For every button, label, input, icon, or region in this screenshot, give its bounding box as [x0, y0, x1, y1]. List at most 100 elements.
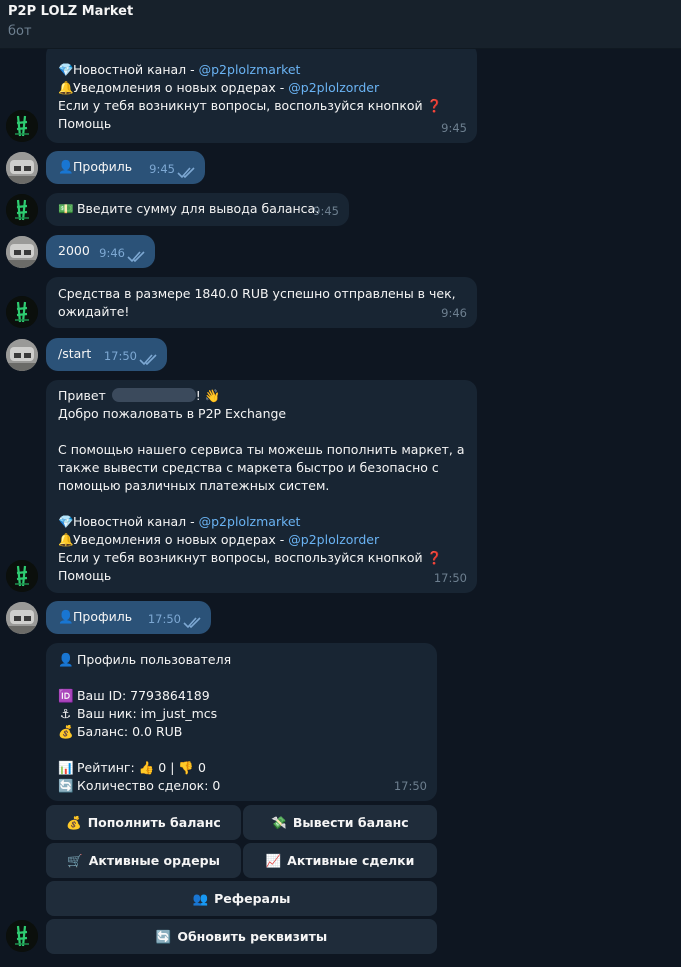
question-text: Если у тебя возникнут вопросы, воспользу…	[58, 550, 423, 565]
user-message: 👤Профиль 17:50	[46, 601, 211, 634]
message-text: Профиль	[73, 609, 133, 624]
bot-avatar[interactable]	[6, 110, 38, 142]
news-label: Новостной канал -	[73, 62, 199, 77]
deposit-label: Пополнить баланс	[87, 815, 221, 830]
bot-message: 💎Новостной канал - @p2plolzmarket 🔔Уведо…	[46, 49, 477, 143]
question-mark-icon: ❓	[426, 550, 443, 565]
anchor-icon: ⚓	[59, 706, 72, 721]
user-id: Ваш ID: 7793864189	[76, 688, 210, 703]
bell-icon: 🔔	[58, 532, 74, 547]
refresh-details-button[interactable]: 🔄 Обновить реквизиты	[46, 919, 437, 954]
deals-count: Количество сделок: 0	[76, 778, 221, 793]
people-icon: 👥	[192, 890, 209, 906]
description-line: также вывести средства с маркета быстро …	[58, 460, 439, 475]
message-time: 17:50	[393, 779, 427, 793]
news-label: Новостной канал -	[73, 514, 199, 529]
chat-subtitle: бот	[8, 24, 32, 39]
user-avatar[interactable]	[6, 339, 38, 371]
thumbs-up-icon: 👍	[138, 760, 155, 775]
notify-label: Уведомления о новых ордерах -	[73, 80, 289, 95]
dislikes-count: 0	[197, 760, 206, 775]
message-time: 17:50	[433, 571, 467, 585]
news-channel-link[interactable]: @p2plolzmarket	[199, 62, 301, 77]
active-orders-button[interactable]: 🛒 Активные ордеры	[46, 843, 241, 878]
active-deals-button[interactable]: 📈 Активные сделки	[243, 843, 437, 878]
orders-channel-link[interactable]: @p2plolzorder	[288, 532, 379, 547]
chart-up-icon: 📈	[265, 852, 282, 868]
orders-channel-link[interactable]: @p2plolzorder	[288, 80, 379, 95]
chat-title: P2P LOLZ Market	[8, 4, 134, 19]
message-time: 9:45	[441, 121, 467, 135]
greeting-end: !	[195, 388, 201, 403]
deposit-button[interactable]: 💰 Пополнить баланс	[46, 805, 241, 840]
withdraw-button[interactable]: 💸 Вывести баланс	[243, 805, 437, 840]
message-time: 9:46	[99, 246, 125, 260]
banknote-icon: 💵	[58, 201, 74, 216]
profile-title: Профиль пользователя	[76, 652, 232, 667]
refresh-icon: 🔄	[155, 928, 172, 944]
money-bag-icon: 💰	[66, 814, 82, 830]
profile-card: 👤 Профиль пользователя 🆔 Ваш ID: 7793864…	[46, 643, 437, 801]
gem-icon: 💎	[58, 514, 74, 529]
greeting-text: Привет	[58, 388, 106, 403]
chat-header[interactable]: P2P LOLZ Market бот	[0, 0, 681, 49]
message-text: Профиль	[73, 159, 133, 174]
flying-money-icon: 💸	[271, 814, 287, 830]
user-balance: Баланс: 0.0 RUB	[76, 724, 183, 739]
read-receipt-icon	[177, 165, 197, 179]
cart-icon: 🛒	[67, 852, 83, 868]
question-mark-icon: ❓	[426, 98, 443, 113]
user-message: /start 17:50	[46, 338, 167, 371]
user-message: 👤Профиль 9:45	[46, 151, 205, 184]
refresh-details-label: Обновить реквизиты	[177, 929, 328, 944]
help-text: Помощь	[58, 116, 112, 131]
thumbs-down-icon: 👎	[178, 760, 194, 775]
bar-chart-icon: 📊	[58, 760, 74, 775]
bot-message: Средства в размере 1840.0 RUB успешно от…	[46, 277, 477, 328]
notify-label: Уведомления о новых ордерах -	[73, 532, 289, 547]
message-time: 9:45	[149, 162, 175, 176]
help-text: Помощь	[58, 568, 112, 583]
message-line: ожидайте!	[58, 304, 130, 319]
withdraw-label: Вывести баланс	[292, 815, 409, 830]
gem-icon: 💎	[58, 62, 74, 77]
active-deals-label: Активные сделки	[287, 853, 415, 868]
bot-avatar[interactable]	[6, 296, 38, 328]
bust-icon: 👤	[58, 652, 74, 667]
likes-count: 0	[158, 760, 167, 775]
money-bag-icon: 💰	[58, 724, 74, 739]
message-time: 17:50	[103, 349, 137, 363]
bot-message: Привет ! 👋 Добро пожаловать в P2P Exchan…	[46, 380, 477, 593]
message-time: 9:46	[441, 306, 467, 320]
news-channel-link[interactable]: @p2plolzmarket	[199, 514, 301, 529]
referrals-label: Рефералы	[214, 891, 291, 906]
rating-separator: |	[170, 760, 175, 775]
welcome-text: Добро пожаловать в P2P Exchange	[58, 406, 287, 421]
message-text: Введите сумму для вывода баланса:	[76, 201, 320, 216]
bell-icon: 🔔	[58, 80, 74, 95]
bot-avatar[interactable]	[6, 560, 38, 592]
referrals-button[interactable]: 👥 Рефералы	[46, 881, 437, 916]
bot-avatar[interactable]	[6, 920, 38, 952]
active-orders-label: Активные ордеры	[88, 853, 220, 868]
user-avatar[interactable]	[6, 236, 38, 268]
user-nick: Ваш ник: im_just_mcs	[76, 706, 218, 721]
bot-message: 💵 Введите сумму для вывода баланса: 9:45	[46, 193, 349, 226]
read-receipt-icon	[139, 352, 159, 366]
message-list[interactable]: 💎Новостной канал - @p2plolzmarket 🔔Уведо…	[0, 49, 681, 967]
id-badge-icon: 🆔	[58, 688, 74, 703]
message-time: 9:45	[313, 204, 339, 218]
bust-icon: 👤	[58, 609, 74, 624]
description-line: С помощью нашего сервиса ты можешь попол…	[58, 442, 465, 457]
redacted-username	[111, 388, 196, 402]
user-avatar[interactable]	[6, 152, 38, 184]
user-avatar[interactable]	[6, 602, 38, 634]
user-message: 2000 9:46	[46, 235, 155, 268]
rating-label: Рейтинг:	[76, 760, 135, 775]
read-receipt-icon	[127, 249, 147, 263]
bust-icon: 👤	[58, 159, 74, 174]
message-line: Средства в размере 1840.0 RUB успешно от…	[58, 286, 456, 301]
bot-avatar[interactable]	[6, 194, 38, 226]
question-text: Если у тебя возникнут вопросы, воспользу…	[58, 98, 423, 113]
waving-hand-icon: 👋	[204, 388, 221, 403]
